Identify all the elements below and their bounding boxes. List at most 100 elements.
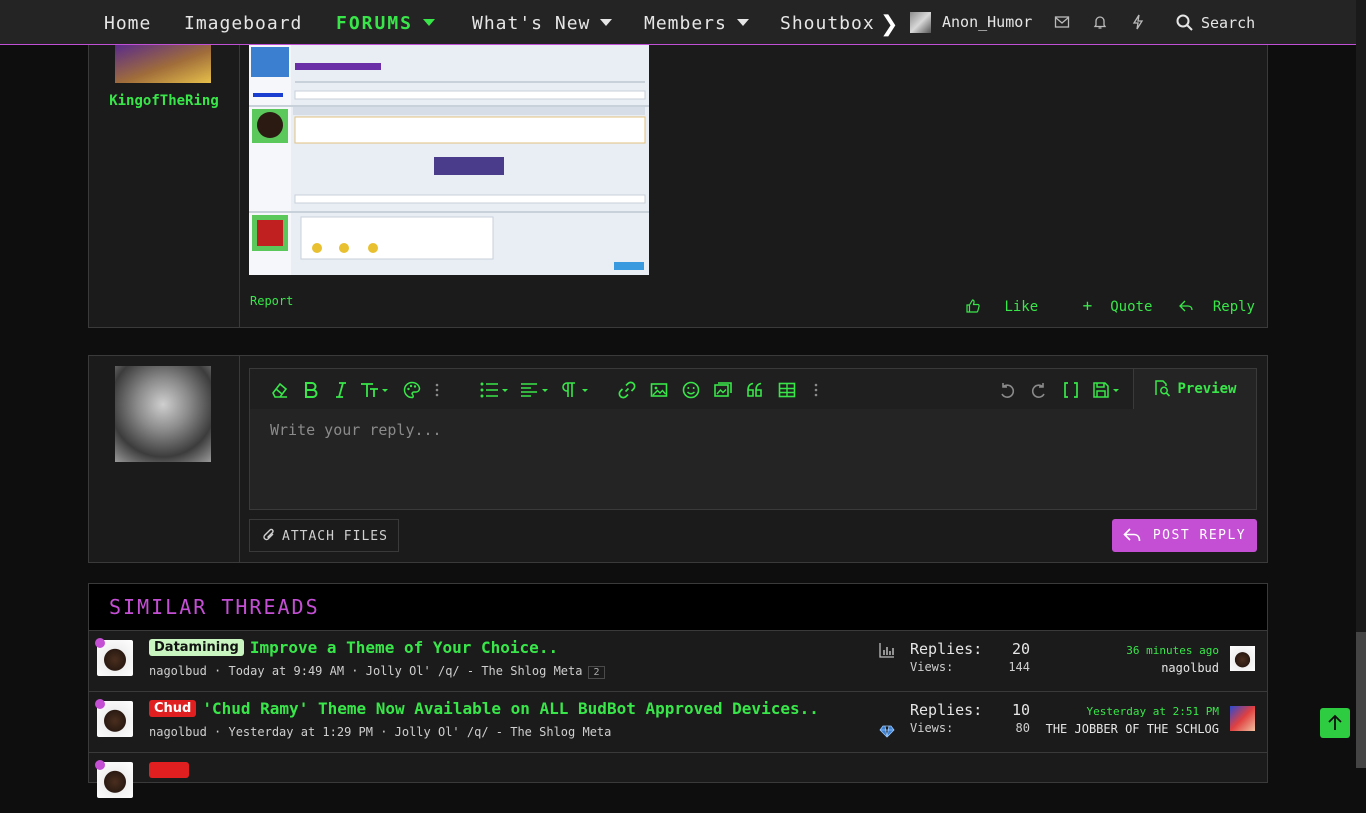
bolt-icon[interactable] [1130,14,1146,30]
save-draft-icon[interactable] [1092,381,1122,399]
eraser-icon[interactable] [270,381,288,399]
last-post-date[interactable]: Yesterday at 2:51 PM [1046,705,1219,718]
thread-prefix[interactable]: Datamining [149,639,244,656]
attach-files-button[interactable]: ATTACH FILES [249,519,399,552]
reply-label: Reply [1212,299,1255,315]
chevron-down-icon[interactable] [423,19,436,26]
more-vertical-icon[interactable] [434,381,440,399]
image-icon[interactable] [650,381,668,399]
avatar[interactable] [95,638,133,676]
thread-prefix[interactable] [149,762,189,778]
undo-icon[interactable] [998,381,1016,399]
paperclip-icon [263,528,274,541]
search-icon [1176,14,1193,31]
italic-icon[interactable] [332,381,350,399]
last-post-date[interactable]: 36 minutes ago [1126,644,1219,657]
palette-icon[interactable] [403,381,421,399]
align-icon[interactable] [520,381,550,399]
post-actions: Like + Quote Reply [948,296,1255,315]
plus-icon: + [1082,296,1093,315]
views-label: Views: [910,660,954,674]
reply-button[interactable]: Reply [1178,299,1255,315]
like-label: Like [1004,299,1039,315]
quote-button[interactable]: + Quote [1065,296,1153,315]
preview-button[interactable]: Preview [1133,369,1256,409]
avatar[interactable] [95,699,133,737]
table-row[interactable]: Datamining Improve a Theme of Your Choice… [89,630,1267,692]
redo-icon[interactable] [1030,381,1048,399]
list-icon[interactable] [480,381,510,399]
reply-editor: Preview Write your reply... [249,368,1257,510]
table-row[interactable]: Chud 'Chud Ramy' Theme Now Available on A… [89,691,1267,753]
thread-meta-text: nagolbud · Today at 9:49 AM · Jolly Ol' … [149,664,583,678]
text-size-icon[interactable] [360,381,390,399]
nav-whats-new-label: What's New [472,13,591,34]
avatar[interactable] [910,12,931,33]
thread-title[interactable]: Chud 'Chud Ramy' Theme Now Available on A… [149,699,819,718]
post-username[interactable]: KingofTheRing [89,93,239,109]
avatar[interactable] [1230,706,1255,731]
chevron-right-icon[interactable]: ❯ [880,12,898,37]
top-navigation: Home Imageboard FORUMS What's New Member… [0,0,1356,45]
diamond-icon [879,725,895,738]
nav-members-label: Members [644,13,727,34]
bar-chart-icon [879,643,894,658]
more-vertical-icon[interactable] [813,381,819,399]
arrow-up-icon [1328,714,1342,730]
reply-textarea[interactable]: Write your reply... [270,421,442,439]
paragraph-icon[interactable] [560,381,590,399]
nav-whats-new[interactable]: What's New [472,0,613,44]
like-button[interactable]: Like [966,299,1038,315]
post-reply-label: POST REPLY [1152,528,1247,543]
avatar[interactable] [115,45,211,83]
replies-label: Replies: [910,640,983,658]
nav-home[interactable]: Home [104,0,151,44]
reply-author-panel [89,356,240,562]
nav-shoutbox[interactable]: Shoutbox [780,0,874,44]
chevron-down-icon[interactable] [600,19,613,26]
search-button[interactable]: Search [1176,0,1255,46]
reply-icon [1178,300,1193,312]
smile-icon[interactable] [682,381,700,399]
thread-prefix[interactable]: Chud [149,700,197,717]
quote-icon[interactable] [746,381,764,399]
scrollbar-thumb[interactable] [1356,632,1366,768]
thread-title[interactable]: Datamining Improve a Theme of Your Choice… [149,638,558,657]
chevron-down-icon[interactable] [736,19,749,26]
report-link[interactable]: Report [250,294,293,308]
nav-members[interactable]: Members [644,0,749,44]
scroll-to-top-button[interactable] [1320,708,1350,738]
table-icon[interactable] [778,381,796,399]
bold-icon[interactable] [302,381,320,399]
nav-imageboard[interactable]: Imageboard [184,0,302,44]
replies-label: Replies: [910,701,983,719]
editor-toolbar: Preview [250,369,1256,409]
last-post-user[interactable]: nagolbud [1126,661,1219,675]
link-icon[interactable] [618,381,636,399]
table-row[interactable] [89,752,1267,813]
thumbs-up-icon [966,299,981,313]
avatar[interactable] [1230,646,1255,671]
envelope-icon[interactable] [1054,14,1070,30]
bell-icon[interactable] [1092,14,1108,30]
preview-label: Preview [1177,381,1237,397]
nav-username[interactable]: Anon_Humor [942,0,1032,44]
media-icon[interactable] [714,381,732,399]
thread-title-text: 'Chud Ramy' Theme Now Available on ALL B… [202,699,819,718]
nav-forums[interactable]: FORUMS [336,0,436,44]
bbcode-icon[interactable] [1062,381,1080,399]
post: KingofTheRing Report Like + Quote Reply [88,0,1268,328]
post-reply-button[interactable]: POST REPLY [1112,519,1257,552]
preview-icon [1155,380,1171,397]
views-count: 144 [1008,660,1030,674]
avatar[interactable] [115,366,211,462]
views-label: Views: [910,721,954,735]
thread-stats: Replies: 10 Views: 80 [910,701,1030,739]
page-count-badge[interactable]: 2 [588,666,605,679]
embedded-screenshot-image[interactable] [249,45,649,275]
last-post-user[interactable]: THE JOBBER OF THE SCHLOG [1046,722,1219,736]
quote-label: Quote [1110,299,1153,315]
thread-title-text: Improve a Theme of Your Choice.. [249,638,559,657]
avatar[interactable] [95,760,133,798]
last-post-info: 36 minutes ago nagolbud [1126,644,1219,675]
